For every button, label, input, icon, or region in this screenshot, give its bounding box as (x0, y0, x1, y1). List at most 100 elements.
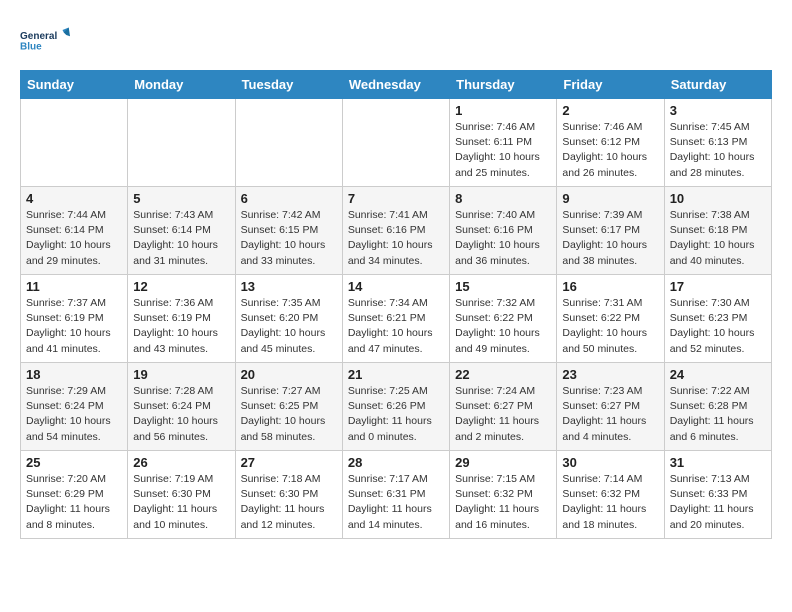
day-number: 11 (26, 279, 122, 294)
day-number: 9 (562, 191, 658, 206)
day-number: 3 (670, 103, 766, 118)
day-info: Sunrise: 7:43 AM Sunset: 6:14 PM Dayligh… (133, 208, 229, 269)
weekday-header-wednesday: Wednesday (342, 71, 449, 99)
day-number: 23 (562, 367, 658, 382)
day-number: 29 (455, 455, 551, 470)
calendar-cell: 7 Sunrise: 7:41 AM Sunset: 6:16 PM Daylig… (342, 187, 449, 275)
day-info: Sunrise: 7:31 AM Sunset: 6:22 PM Dayligh… (562, 296, 658, 357)
day-number: 5 (133, 191, 229, 206)
calendar-cell: 25 Sunrise: 7:20 AM Sunset: 6:29 PM Dayli… (21, 451, 128, 539)
page-header: General Blue (20, 20, 772, 60)
day-info: Sunrise: 7:44 AM Sunset: 6:14 PM Dayligh… (26, 208, 122, 269)
day-number: 22 (455, 367, 551, 382)
weekday-header-friday: Friday (557, 71, 664, 99)
day-number: 2 (562, 103, 658, 118)
day-info: Sunrise: 7:42 AM Sunset: 6:15 PM Dayligh… (241, 208, 337, 269)
day-number: 1 (455, 103, 551, 118)
weekday-header-saturday: Saturday (664, 71, 771, 99)
weekday-header-monday: Monday (128, 71, 235, 99)
day-info: Sunrise: 7:40 AM Sunset: 6:16 PM Dayligh… (455, 208, 551, 269)
day-info: Sunrise: 7:46 AM Sunset: 6:11 PM Dayligh… (455, 120, 551, 181)
calendar-cell: 16 Sunrise: 7:31 AM Sunset: 6:22 PM Dayli… (557, 275, 664, 363)
day-info: Sunrise: 7:28 AM Sunset: 6:24 PM Dayligh… (133, 384, 229, 445)
day-info: Sunrise: 7:15 AM Sunset: 6:32 PM Dayligh… (455, 472, 551, 533)
weekday-header-tuesday: Tuesday (235, 71, 342, 99)
calendar-cell: 12Sunrise: 7:36 AM Sunset: 6:19 PM Dayli… (128, 275, 235, 363)
day-number: 21 (348, 367, 444, 382)
calendar-cell (342, 99, 449, 187)
day-info: Sunrise: 7:20 AM Sunset: 6:29 PM Dayligh… (26, 472, 122, 533)
day-number: 25 (26, 455, 122, 470)
day-number: 7 (348, 191, 444, 206)
calendar-cell: 30 Sunrise: 7:14 AM Sunset: 6:32 PM Dayli… (557, 451, 664, 539)
calendar-cell: 26 Sunrise: 7:19 AM Sunset: 6:30 PM Dayli… (128, 451, 235, 539)
day-info: Sunrise: 7:13 AM Sunset: 6:33 PM Dayligh… (670, 472, 766, 533)
calendar-cell: 5 Sunrise: 7:43 AM Sunset: 6:14 PM Daylig… (128, 187, 235, 275)
calendar-cell: 21 Sunrise: 7:25 AM Sunset: 6:26 PM Dayli… (342, 363, 449, 451)
day-info: Sunrise: 7:45 AM Sunset: 6:13 PM Dayligh… (670, 120, 766, 181)
day-number: 16 (562, 279, 658, 294)
calendar-cell (21, 99, 128, 187)
calendar-cell: 13 Sunrise: 7:35 AM Sunset: 6:20 PM Dayli… (235, 275, 342, 363)
day-number: 10 (670, 191, 766, 206)
day-info: Sunrise: 7:17 AM Sunset: 6:31 PM Dayligh… (348, 472, 444, 533)
calendar-cell: 1 Sunrise: 7:46 AM Sunset: 6:11 PM Daylig… (450, 99, 557, 187)
weekday-header-thursday: Thursday (450, 71, 557, 99)
day-number: 26 (133, 455, 229, 470)
day-number: 17 (670, 279, 766, 294)
day-number: 4 (26, 191, 122, 206)
calendar-cell: 20 Sunrise: 7:27 AM Sunset: 6:25 PM Dayli… (235, 363, 342, 451)
day-number: 28 (348, 455, 444, 470)
day-number: 24 (670, 367, 766, 382)
day-info: Sunrise: 7:38 AM Sunset: 6:18 PM Dayligh… (670, 208, 766, 269)
calendar-cell: 22 Sunrise: 7:24 AM Sunset: 6:27 PM Dayli… (450, 363, 557, 451)
calendar-cell: 9 Sunrise: 7:39 AM Sunset: 6:17 PM Daylig… (557, 187, 664, 275)
calendar-cell: 19 Sunrise: 7:28 AM Sunset: 6:24 PM Dayli… (128, 363, 235, 451)
day-info: Sunrise: 7:18 AM Sunset: 6:30 PM Dayligh… (241, 472, 337, 533)
calendar-cell: 11 Sunrise: 7:37 AM Sunset: 6:19 PM Dayli… (21, 275, 128, 363)
day-number: 20 (241, 367, 337, 382)
day-number: 27 (241, 455, 337, 470)
calendar-cell: 2 Sunrise: 7:46 AM Sunset: 6:12 PM Daylig… (557, 99, 664, 187)
day-info: Sunrise: 7:46 AM Sunset: 6:12 PM Dayligh… (562, 120, 658, 181)
day-info: Sunrise: 7:14 AM Sunset: 6:32 PM Dayligh… (562, 472, 658, 533)
day-number: 13 (241, 279, 337, 294)
calendar-cell (235, 99, 342, 187)
calendar-cell: 31 Sunrise: 7:13 AM Sunset: 6:33 PM Dayli… (664, 451, 771, 539)
day-number: 6 (241, 191, 337, 206)
day-info: Sunrise: 7:27 AM Sunset: 6:25 PM Dayligh… (241, 384, 337, 445)
day-info: Sunrise: 7:39 AM Sunset: 6:17 PM Dayligh… (562, 208, 658, 269)
calendar-cell: 29 Sunrise: 7:15 AM Sunset: 6:32 PM Dayli… (450, 451, 557, 539)
day-info: Sunrise: 7:35 AM Sunset: 6:20 PM Dayligh… (241, 296, 337, 357)
calendar-cell: 23Sunrise: 7:23 AM Sunset: 6:27 PM Dayli… (557, 363, 664, 451)
day-number: 19 (133, 367, 229, 382)
day-info: Sunrise: 7:22 AM Sunset: 6:28 PM Dayligh… (670, 384, 766, 445)
day-number: 31 (670, 455, 766, 470)
calendar-cell: 4 Sunrise: 7:44 AM Sunset: 6:14 PM Daylig… (21, 187, 128, 275)
calendar-cell: 18Sunrise: 7:29 AM Sunset: 6:24 PM Dayli… (21, 363, 128, 451)
calendar-cell: 10 Sunrise: 7:38 AM Sunset: 6:18 PM Dayli… (664, 187, 771, 275)
calendar-cell (128, 99, 235, 187)
weekday-header-sunday: Sunday (21, 71, 128, 99)
day-info: Sunrise: 7:37 AM Sunset: 6:19 PM Dayligh… (26, 296, 122, 357)
calendar-cell: 8 Sunrise: 7:40 AM Sunset: 6:16 PM Daylig… (450, 187, 557, 275)
calendar-table: SundayMondayTuesdayWednesdayThursdayFrid… (20, 70, 772, 539)
calendar-cell: 28 Sunrise: 7:17 AM Sunset: 6:31 PM Dayli… (342, 451, 449, 539)
calendar-cell: 24 Sunrise: 7:22 AM Sunset: 6:28 PM Dayli… (664, 363, 771, 451)
calendar-cell: 6 Sunrise: 7:42 AM Sunset: 6:15 PM Daylig… (235, 187, 342, 275)
calendar-cell: 17 Sunrise: 7:30 AM Sunset: 6:23 PM Dayli… (664, 275, 771, 363)
day-number: 15 (455, 279, 551, 294)
day-info: Sunrise: 7:24 AM Sunset: 6:27 PM Dayligh… (455, 384, 551, 445)
day-info: Sunrise: 7:19 AM Sunset: 6:30 PM Dayligh… (133, 472, 229, 533)
day-info: Sunrise: 7:25 AM Sunset: 6:26 PM Dayligh… (348, 384, 444, 445)
day-info: Sunrise: 7:41 AM Sunset: 6:16 PM Dayligh… (348, 208, 444, 269)
day-number: 18 (26, 367, 122, 382)
svg-text:Blue: Blue (20, 41, 42, 52)
day-number: 8 (455, 191, 551, 206)
day-number: 12 (133, 279, 229, 294)
day-number: 30 (562, 455, 658, 470)
calendar-cell: 15 Sunrise: 7:32 AM Sunset: 6:22 PM Dayli… (450, 275, 557, 363)
day-info: Sunrise: 7:34 AM Sunset: 6:21 PM Dayligh… (348, 296, 444, 357)
day-info: Sunrise: 7:30 AM Sunset: 6:23 PM Dayligh… (670, 296, 766, 357)
day-info: Sunrise: 7:32 AM Sunset: 6:22 PM Dayligh… (455, 296, 551, 357)
